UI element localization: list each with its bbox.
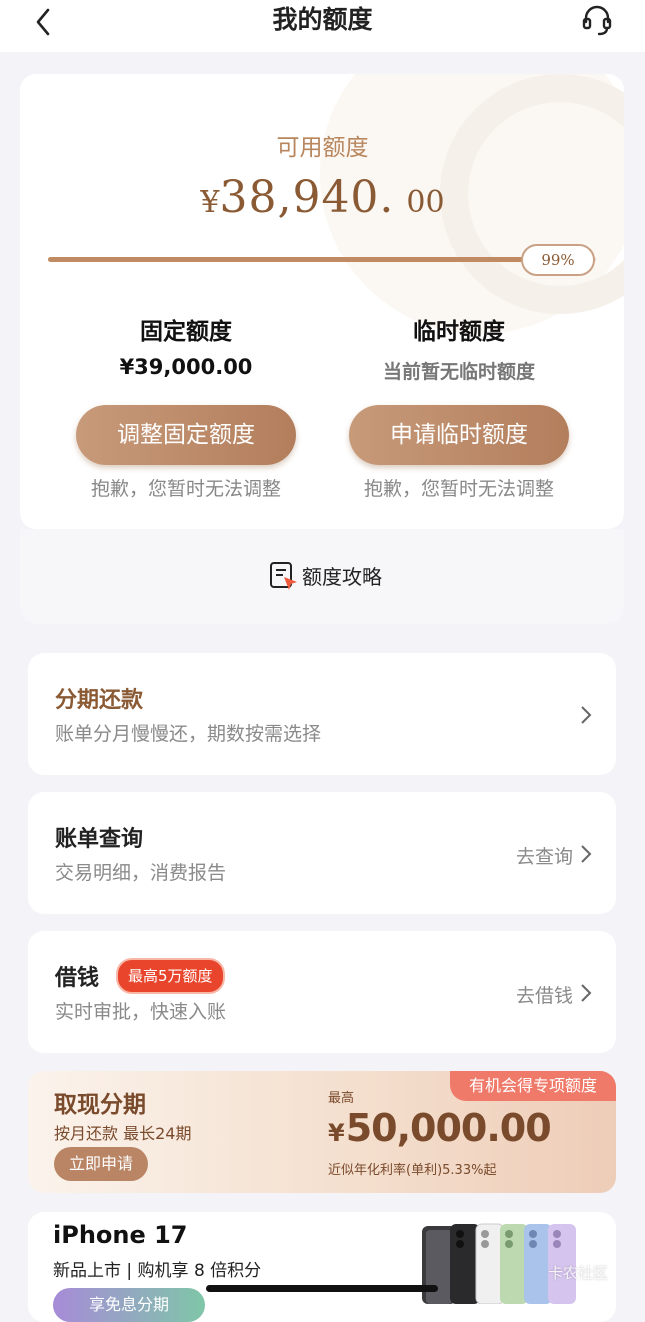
watermark-text: 卡农社区 [548,1264,609,1282]
iphone-promo-title: iPhone 17 [53,1221,188,1249]
temp-quota-title: 临时额度 [413,319,505,345]
usage-progress-fill [48,257,591,262]
home-indicator[interactable] [206,1285,438,1292]
temp-quota-value: 当前暂无临时额度 [382,361,535,383]
borrow-subtitle: 实时审批，快速入账 [55,1001,227,1023]
iphone-promo-subtitle: 新品上市 | 购机享 8 倍积分 [53,1261,262,1281]
apply-now-button[interactable]: 立即申请 [54,1147,148,1181]
borrow-title: 借钱 [55,966,100,991]
fixed-quota-note: 抱歉，您暂时无法调整 [90,478,281,500]
currency-symbol: ¥ [200,185,220,220]
usage-percent-badge: 99% [521,244,595,276]
special-quota-tag: 有机会得专项额度 [450,1071,616,1101]
max-cash-amount: ¥50,000.00 [328,1106,552,1150]
cash-installment-subtitle: 按月还款 最长24期 [54,1124,192,1143]
available-amount-decimal: 00 [406,185,445,220]
max-amount-label: 最高 [328,1091,355,1106]
installment-title: 分期还款 [55,688,144,713]
fixed-quota-title: 固定额度 [140,319,232,345]
interest-rate-note: 近似年化利率(单利)5.33%起 [328,1163,497,1178]
quota-strategy-label[interactable]: 额度攻略 [302,561,382,590]
bill-query-action[interactable]: 去查询 [516,842,573,869]
currency-symbol: ¥ [328,1119,345,1147]
fixed-quota-value: ¥39,000.00 [119,355,253,379]
available-quota-label: 可用额度 [276,135,369,161]
installment-subtitle: 账单分月慢慢还，期数按需选择 [55,723,322,745]
chevron-right-icon[interactable] [579,983,593,1003]
max-cash-amount-value: 50,000.00 [345,1106,552,1150]
document-pointer-icon[interactable] [268,560,300,592]
adjust-fixed-quota-button[interactable]: 调整固定额度 [76,405,296,465]
apply-temp-quota-button[interactable]: 申请临时额度 [349,405,569,465]
bill-query-subtitle: 交易明细，消费报告 [55,862,227,884]
customer-service-icon[interactable] [580,4,614,38]
installment-card[interactable] [28,653,616,775]
page-title: 我的额度 [272,5,373,34]
available-quota-amount: ¥38,940. 00 [0,172,645,223]
temp-quota-note: 抱歉，您暂时无法调整 [363,478,554,500]
chevron-right-icon[interactable] [579,705,593,725]
available-amount-integer: 38,940. [219,172,395,223]
borrow-limit-badge: 最高5万额度 [116,958,225,994]
chevron-right-icon[interactable] [579,844,593,864]
bill-query-title: 账单查询 [55,827,144,852]
interest-free-installment-button[interactable]: 享免息分期 [53,1288,205,1322]
cash-installment-title: 取现分期 [54,1092,146,1118]
borrow-action[interactable]: 去借钱 [516,981,573,1008]
